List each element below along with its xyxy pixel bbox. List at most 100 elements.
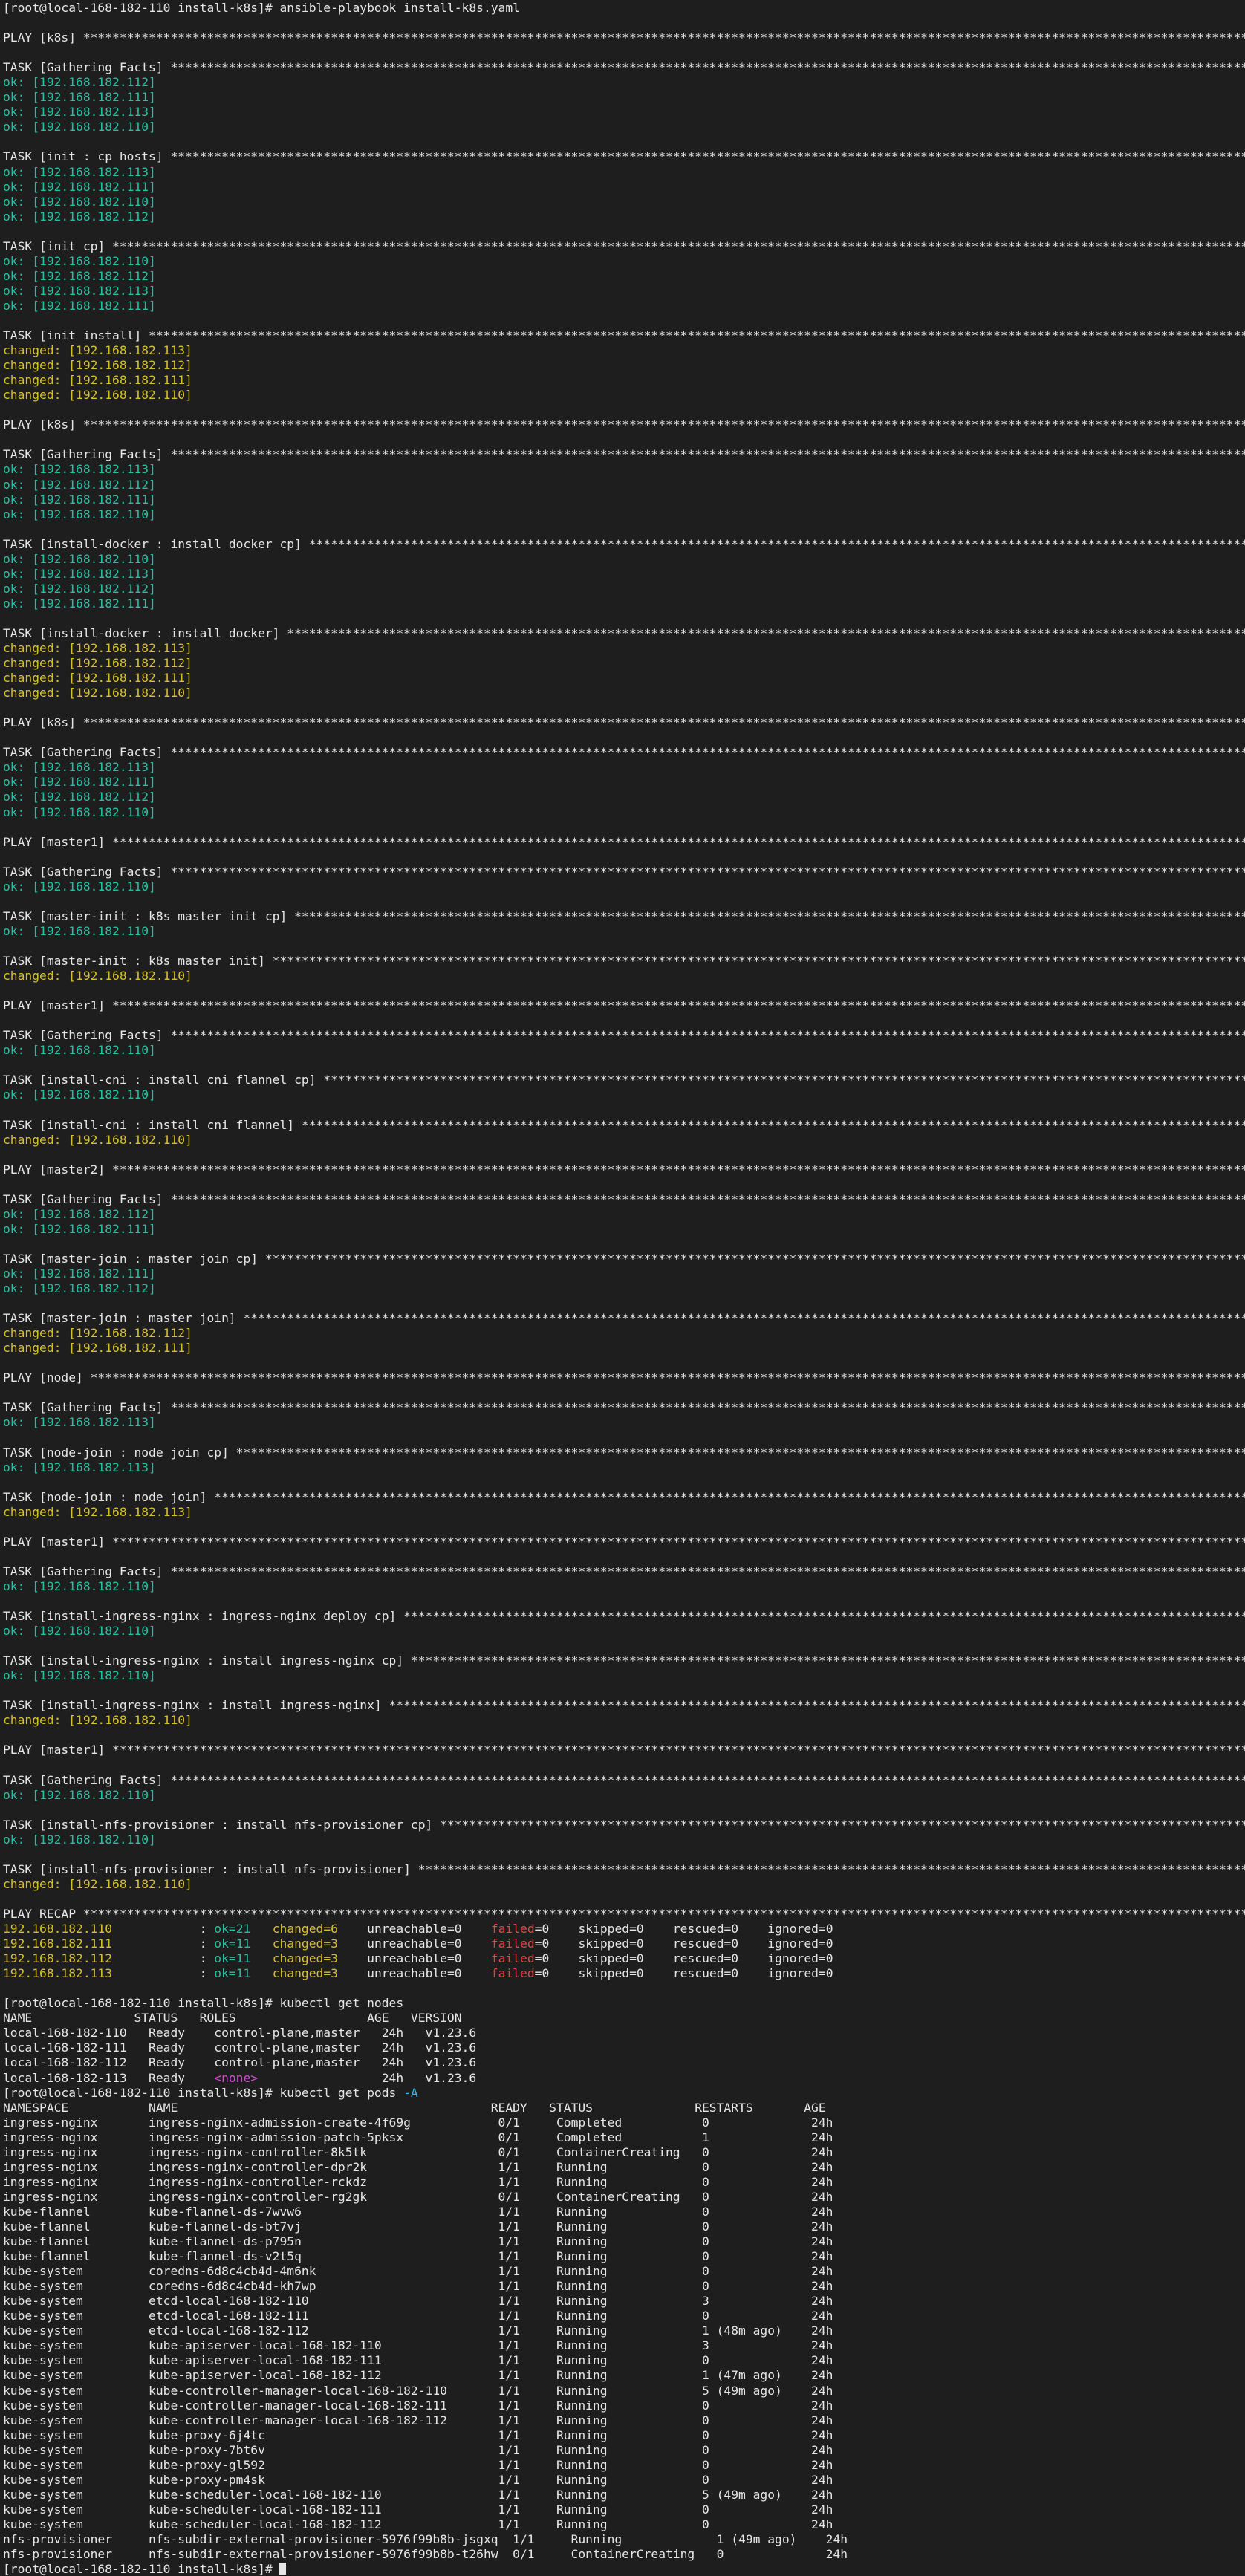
terminal-text: PLAY [master2] *************************… xyxy=(3,1162,1245,1177)
terminal-text: changed: [192.168.182.112] xyxy=(3,358,192,373)
terminal-line: changed: [192.168.182.110] xyxy=(3,1133,1245,1148)
terminal-text: TASK [node-join : node join cp] ********… xyxy=(3,1445,1245,1460)
terminal-text: unreachable=0 xyxy=(337,1951,491,1966)
terminal-text: kube-system kube-proxy-pm4sk 1/1 Running… xyxy=(3,2472,833,2487)
terminal-text: NAME STATUS ROLES AGE VERSION xyxy=(3,2011,462,2026)
terminal-line: ingress-nginx ingress-nginx-controller-8… xyxy=(3,2145,1245,2160)
terminal-text: unreachable=0 xyxy=(337,1936,491,1951)
terminal-text: TASK [install-nfs-provisioner : install … xyxy=(3,1817,1245,1832)
terminal-text: =0 skipped=0 rescued=0 ignored=0 xyxy=(534,1966,833,1981)
terminal-line: ok: [192.168.182.110] xyxy=(3,507,1245,522)
terminal-line: PLAY [master1] *************************… xyxy=(3,835,1245,850)
terminal-text: ok: [192.168.182.113] xyxy=(3,462,156,477)
terminal-text: changed: [192.168.182.110] xyxy=(3,1876,192,1891)
terminal-line: kube-flannel kube-flannel-ds-bt7vj 1/1 R… xyxy=(3,2219,1245,2234)
terminal-text: PLAY [node] ****************************… xyxy=(3,1370,1245,1385)
terminal-line: TASK [install-cni : install cni flannel … xyxy=(3,1073,1245,1087)
terminal-line: ok: [192.168.182.110] xyxy=(3,924,1245,939)
terminal-text: TASK [Gathering Facts] *****************… xyxy=(3,1400,1245,1415)
terminal-window[interactable]: [root@local-168-182-110 install-k8s]# an… xyxy=(0,0,1245,2576)
terminal-text: changed: [192.168.182.111] xyxy=(3,373,192,388)
terminal-line: ok: [192.168.182.111] xyxy=(3,596,1245,611)
terminal-text: kube-system kube-controller-manager-loca… xyxy=(3,2413,833,2427)
terminal-line: ok: [192.168.182.113] xyxy=(3,1460,1245,1475)
terminal-text: changed: [192.168.182.111] xyxy=(3,1341,192,1356)
terminal-text: ok: [192.168.182.113] xyxy=(3,283,156,298)
terminal-text: ok: [192.168.182.112] xyxy=(3,477,156,492)
terminal-text: TASK [install-docker : install docker cp… xyxy=(3,536,1245,551)
terminal-text: ok: [192.168.182.111] xyxy=(3,492,156,507)
terminal-text: changed: [192.168.182.110] xyxy=(3,1132,192,1147)
terminal-text: kube-system etcd-local-168-182-112 1/1 R… xyxy=(3,2323,833,2338)
terminal-text: nfs-provisioner nfs-subdir-external-prov… xyxy=(3,2531,848,2546)
terminal-text: ok: [192.168.182.111] xyxy=(3,1221,156,1236)
terminal-text: ok: [192.168.182.110] xyxy=(3,1043,156,1058)
terminal-line: kube-flannel kube-flannel-ds-v2t5q 1/1 R… xyxy=(3,2249,1245,2264)
terminal-text: kube-flannel kube-flannel-ds-7wvw6 1/1 R… xyxy=(3,2204,833,2219)
terminal-line: changed: [192.168.182.111] xyxy=(3,1341,1245,1356)
terminal-text: PLAY RECAP *****************************… xyxy=(3,1907,1245,1921)
terminal-text: [root@local-168-182-110 install-k8s]# ku… xyxy=(3,2085,404,2100)
terminal-line: changed: [192.168.182.110] xyxy=(3,969,1245,983)
terminal-line: TASK [Gathering Facts] *****************… xyxy=(3,60,1245,75)
terminal-text: local-168-182-113 Ready xyxy=(3,2070,215,2085)
terminal-text: PLAY [master1] *************************… xyxy=(3,1534,1245,1549)
terminal-text: TASK [Gathering Facts] *****************… xyxy=(3,1772,1245,1787)
terminal-line: PLAY [master1] *************************… xyxy=(3,998,1245,1013)
terminal-text: 192.168.182.111 xyxy=(3,1936,113,1951)
terminal-text: ok: [192.168.182.113] xyxy=(3,1415,156,1430)
terminal-text: nfs-provisioner nfs-subdir-external-prov… xyxy=(3,2547,848,2562)
terminal-text: ok: [192.168.182.113] xyxy=(3,105,156,120)
terminal-text: ok: [192.168.182.110] xyxy=(3,1578,156,1593)
terminal-text: TASK [install-nfs-provisioner : install … xyxy=(3,1861,1245,1876)
terminal-line: TASK [Gathering Facts] *****************… xyxy=(3,1192,1245,1207)
terminal-line: ok: [192.168.182.111] xyxy=(3,90,1245,105)
terminal-text: ok: [192.168.182.110] xyxy=(3,507,156,521)
terminal-line: ok: [192.168.182.110] xyxy=(3,120,1245,134)
terminal-text: TASK [install-ingress-nginx : ingress-ng… xyxy=(3,1609,1245,1624)
terminal-line: ingress-nginx ingress-nginx-admission-cr… xyxy=(3,2115,1245,2130)
terminal-text: TASK [init : cp hosts] *****************… xyxy=(3,149,1245,164)
terminal-line: kube-system kube-apiserver-local-168-182… xyxy=(3,2353,1245,2368)
terminal-line: kube-system kube-proxy-6j4tc 1/1 Running… xyxy=(3,2428,1245,2443)
terminal-text: ok: [192.168.182.112] xyxy=(3,209,156,224)
terminal-line: ok: [192.168.182.112] xyxy=(3,478,1245,492)
terminal-text: PLAY [master1] *************************… xyxy=(3,834,1245,849)
terminal-line: changed: [192.168.182.110] xyxy=(3,388,1245,403)
terminal-line: TASK [init cp] *************************… xyxy=(3,239,1245,254)
terminal-line: kube-system kube-scheduler-local-168-182… xyxy=(3,2488,1245,2502)
terminal-text: ok: [192.168.182.112] xyxy=(3,581,156,596)
terminal-line: kube-flannel kube-flannel-ds-7wvw6 1/1 R… xyxy=(3,2205,1245,2219)
terminal-line: ok: [192.168.182.111] xyxy=(3,775,1245,790)
terminal-text: [root@local-168-182-110 install-k8s]# xyxy=(3,2562,280,2576)
terminal-line: local-168-182-113 Ready <none> 24h v1.23… xyxy=(3,2071,1245,2086)
terminal-text: -A xyxy=(403,2085,418,2100)
terminal-text: TASK [install-ingress-nginx : install in… xyxy=(3,1698,1245,1713)
terminal-line: ok: [192.168.182.112] xyxy=(3,1281,1245,1296)
terminal-line: [root@local-168-182-110 install-k8s]# ku… xyxy=(3,2086,1245,2101)
terminal-text: ok: [192.168.182.110] xyxy=(3,923,156,938)
terminal-line: 192.168.182.110 : ok=21 changed=6 unreac… xyxy=(3,1922,1245,1936)
terminal-text: changed: [192.168.182.111] xyxy=(3,671,192,686)
terminal-text: ok: [192.168.182.110] xyxy=(3,1787,156,1802)
terminal-text: kube-system kube-proxy-6j4tc 1/1 Running… xyxy=(3,2427,833,2442)
terminal-line: ok: [192.168.182.113] xyxy=(3,165,1245,180)
terminal-text: TASK [master-join : master join cp] ****… xyxy=(3,1251,1245,1266)
terminal-text: TASK [Gathering Facts] *****************… xyxy=(3,447,1245,462)
